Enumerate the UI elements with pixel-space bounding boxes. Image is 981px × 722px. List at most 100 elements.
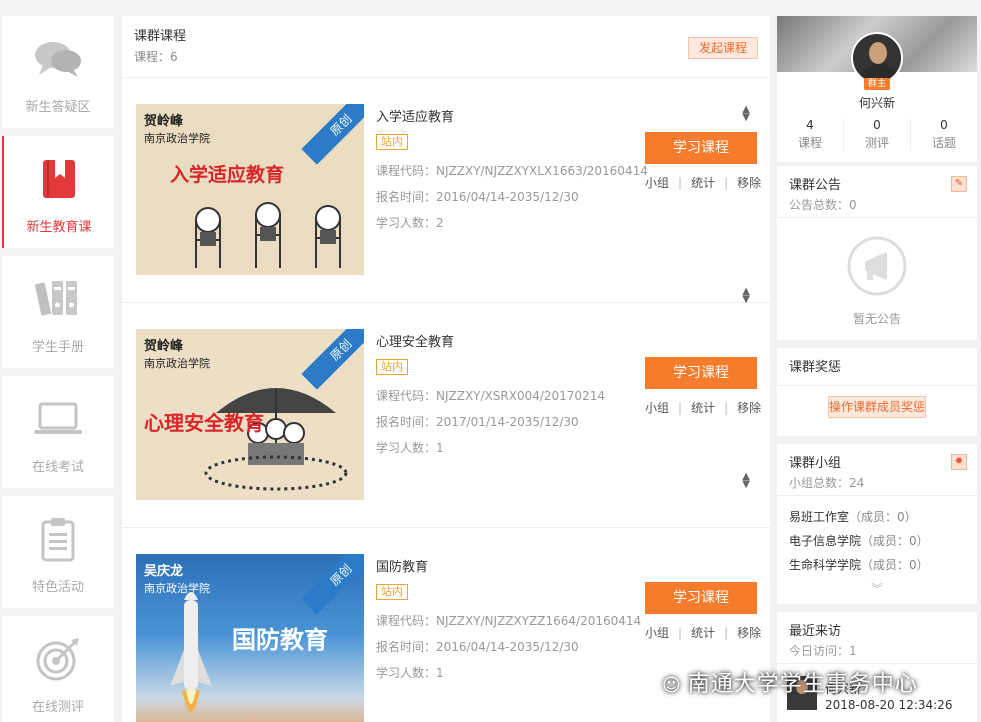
manage-rewards-button[interactable]: 操作课群成员奖惩	[828, 396, 926, 418]
sidebar-item-qa[interactable]: 新生答疑区	[2, 16, 114, 128]
stats-link[interactable]: 统计	[691, 399, 715, 416]
space-shuttle-illustration	[170, 592, 212, 712]
watermark-text: 南通大学学生事务中心	[687, 672, 918, 697]
chat-bubbles-icon	[2, 34, 114, 84]
visitors-today: 今日访问：1	[789, 644, 857, 658]
remove-link[interactable]: 移除	[737, 399, 761, 416]
thumb-title: 入学适应教育	[170, 164, 285, 186]
wechat-watermark: ☺ 南通大学学生事务中心	[662, 666, 918, 698]
course-thumbnail[interactable]: 吴庆龙 南京政治学院 原创 国防教育	[136, 554, 364, 722]
group-link[interactable]: 小组	[645, 174, 669, 191]
remove-link[interactable]: 移除	[737, 624, 761, 641]
sidebar-item-education[interactable]: 新生教育课	[2, 136, 114, 248]
on-site-tag: 站内	[376, 359, 408, 375]
sort-handle-icon[interactable]: ▲ ▼	[742, 287, 750, 305]
owner-badge: 群主	[864, 78, 890, 90]
sidebar-item-label: 学生手册	[31, 340, 84, 355]
sidebar-item-handbook[interactable]: 学生手册	[2, 256, 114, 368]
group-name: 易班工作室	[789, 510, 850, 524]
thumb-teacher: 吴庆龙	[144, 564, 184, 579]
course-item: 贺岭峰 南京政治学院 原创 入学适应教育 入学适应教育 站内 课程代码：NJZZ…	[122, 78, 770, 305]
course-code: 课程代码：NJZZXY/XSRX004/20170214	[376, 389, 605, 403]
stat-label: 测评	[864, 136, 889, 150]
rewards-header: 课群奖惩	[777, 348, 977, 386]
notice-header: 课群公告 公告总数：0 ✎	[777, 166, 977, 218]
group-link[interactable]: 小组	[645, 624, 669, 641]
enroll-period: 报名时间：2017/01/14-2035/12/30	[376, 415, 579, 429]
learn-course-button[interactable]: 学习课程	[645, 582, 757, 614]
groups-header: 课群小组 小组总数：24 ✹	[777, 444, 977, 496]
course-code: 课程代码：NJZZXY/NJZZXYXLX1663/20160414	[376, 164, 648, 178]
stat-topics[interactable]: 0 话题	[911, 118, 977, 151]
sort-handle-icon[interactable]: ▲ ▼	[742, 472, 750, 490]
stat-assessments[interactable]: 0 测评	[844, 118, 911, 151]
notice-title: 课群公告	[789, 178, 842, 193]
group-item[interactable]: 生命科学学院（成员：0）	[789, 556, 929, 573]
children-chairs-illustration	[195, 202, 341, 268]
thumb-title: 心理安全教育	[144, 411, 264, 435]
edit-icon[interactable]: ✎	[951, 176, 967, 192]
course-thumbnail[interactable]: 贺岭峰 南京政治学院 原创 心理安全教育	[136, 329, 364, 500]
stat-label: 课程	[797, 136, 822, 150]
avatar[interactable]	[851, 32, 903, 84]
group-item[interactable]: 电子信息学院（成员：0）	[789, 532, 929, 549]
sidebar-item-label: 新生答疑区	[25, 100, 91, 115]
stat-number: 0	[873, 118, 881, 132]
settings-gear-icon[interactable]: ✹	[951, 454, 967, 470]
left-sidebar: 新生答疑区 新生教育课 学生手册 在线考试 特色活动 在线测评	[0, 0, 118, 722]
learner-count: 学习人数：1	[376, 666, 444, 680]
course-panel: 课群课程 课程：6 发起课程 贺岭峰 南京政治学院 原创 入学适应教育 入学适应…	[122, 16, 770, 722]
owner-name[interactable]: 何兴新	[777, 94, 977, 111]
sidebar-item-label: 在线测评	[31, 700, 84, 715]
sidebar-item-exam[interactable]: 在线考试	[2, 376, 114, 488]
rewards-title: 课群奖惩	[789, 360, 842, 375]
stats-link[interactable]: 统计	[691, 624, 715, 641]
target-icon	[2, 634, 114, 684]
binders-icon	[2, 274, 114, 324]
clipboard-icon	[2, 514, 114, 564]
course-ops: 小组 | 统计 | 移除	[645, 399, 762, 416]
thumb-title: 国防教育	[232, 626, 328, 654]
stat-number: 4	[806, 118, 814, 132]
course-title[interactable]: 入学适应教育	[376, 106, 454, 125]
stat-courses[interactable]: 4 课程	[777, 118, 844, 151]
wechat-icon: ☺	[662, 675, 682, 696]
sidebar-item-activities[interactable]: 特色活动	[2, 496, 114, 608]
course-count: 课程：6	[134, 50, 178, 64]
course-thumbnail[interactable]: 贺岭峰 南京政治学院 原创 入学适应教育	[136, 104, 364, 275]
thumb-teacher: 贺岭峰	[144, 339, 184, 354]
visitors-title: 最近来访	[789, 624, 842, 639]
enroll-period: 报名时间：2016/04/14-2035/12/30	[376, 640, 579, 654]
original-ribbon: 原创	[301, 104, 364, 165]
learn-course-button[interactable]: 学习课程	[645, 132, 757, 164]
enroll-period: 报名时间：2016/04/14-2035/12/30	[376, 190, 579, 204]
group-item[interactable]: 易班工作室（成员：0）	[789, 508, 917, 525]
group-name: 生命科学学院	[789, 558, 862, 572]
thumb-teacher: 贺岭峰	[144, 114, 184, 129]
course-title[interactable]: 心理安全教育	[376, 331, 454, 350]
sidebar-item-label: 特色活动	[31, 580, 84, 595]
groups-title: 课群小组	[789, 456, 842, 471]
sidebar-item-label: 新生教育课	[26, 220, 92, 235]
bookmark-book-icon	[4, 154, 114, 204]
page-title: 课群课程	[134, 29, 187, 44]
notice-empty: 暂无公告	[852, 312, 901, 326]
group-members: （成员：0）	[849, 510, 917, 524]
start-course-button[interactable]: 发起课程	[688, 37, 758, 59]
on-site-tag: 站内	[376, 584, 408, 600]
learn-course-button[interactable]: 学习课程	[645, 357, 757, 389]
sidebar-item-assessment[interactable]: 在线测评	[2, 616, 114, 722]
stat-number: 0	[940, 118, 948, 132]
group-name: 电子信息学院	[789, 534, 862, 548]
expand-chevron-icon[interactable]: ︾	[777, 580, 977, 597]
on-site-tag: 站内	[376, 134, 408, 150]
remove-link[interactable]: 移除	[737, 174, 761, 191]
course-title[interactable]: 国防教育	[376, 556, 428, 575]
groups-count: 小组总数：24	[789, 476, 865, 490]
sort-handle-icon[interactable]: ▲ ▼	[742, 105, 750, 123]
megaphone-icon	[847, 236, 907, 296]
course-ops: 小组 | 统计 | 移除	[645, 624, 762, 641]
stats-link[interactable]: 统计	[691, 174, 715, 191]
notice-card: 课群公告 公告总数：0 ✎ 暂无公告	[777, 166, 977, 340]
group-link[interactable]: 小组	[645, 399, 669, 416]
